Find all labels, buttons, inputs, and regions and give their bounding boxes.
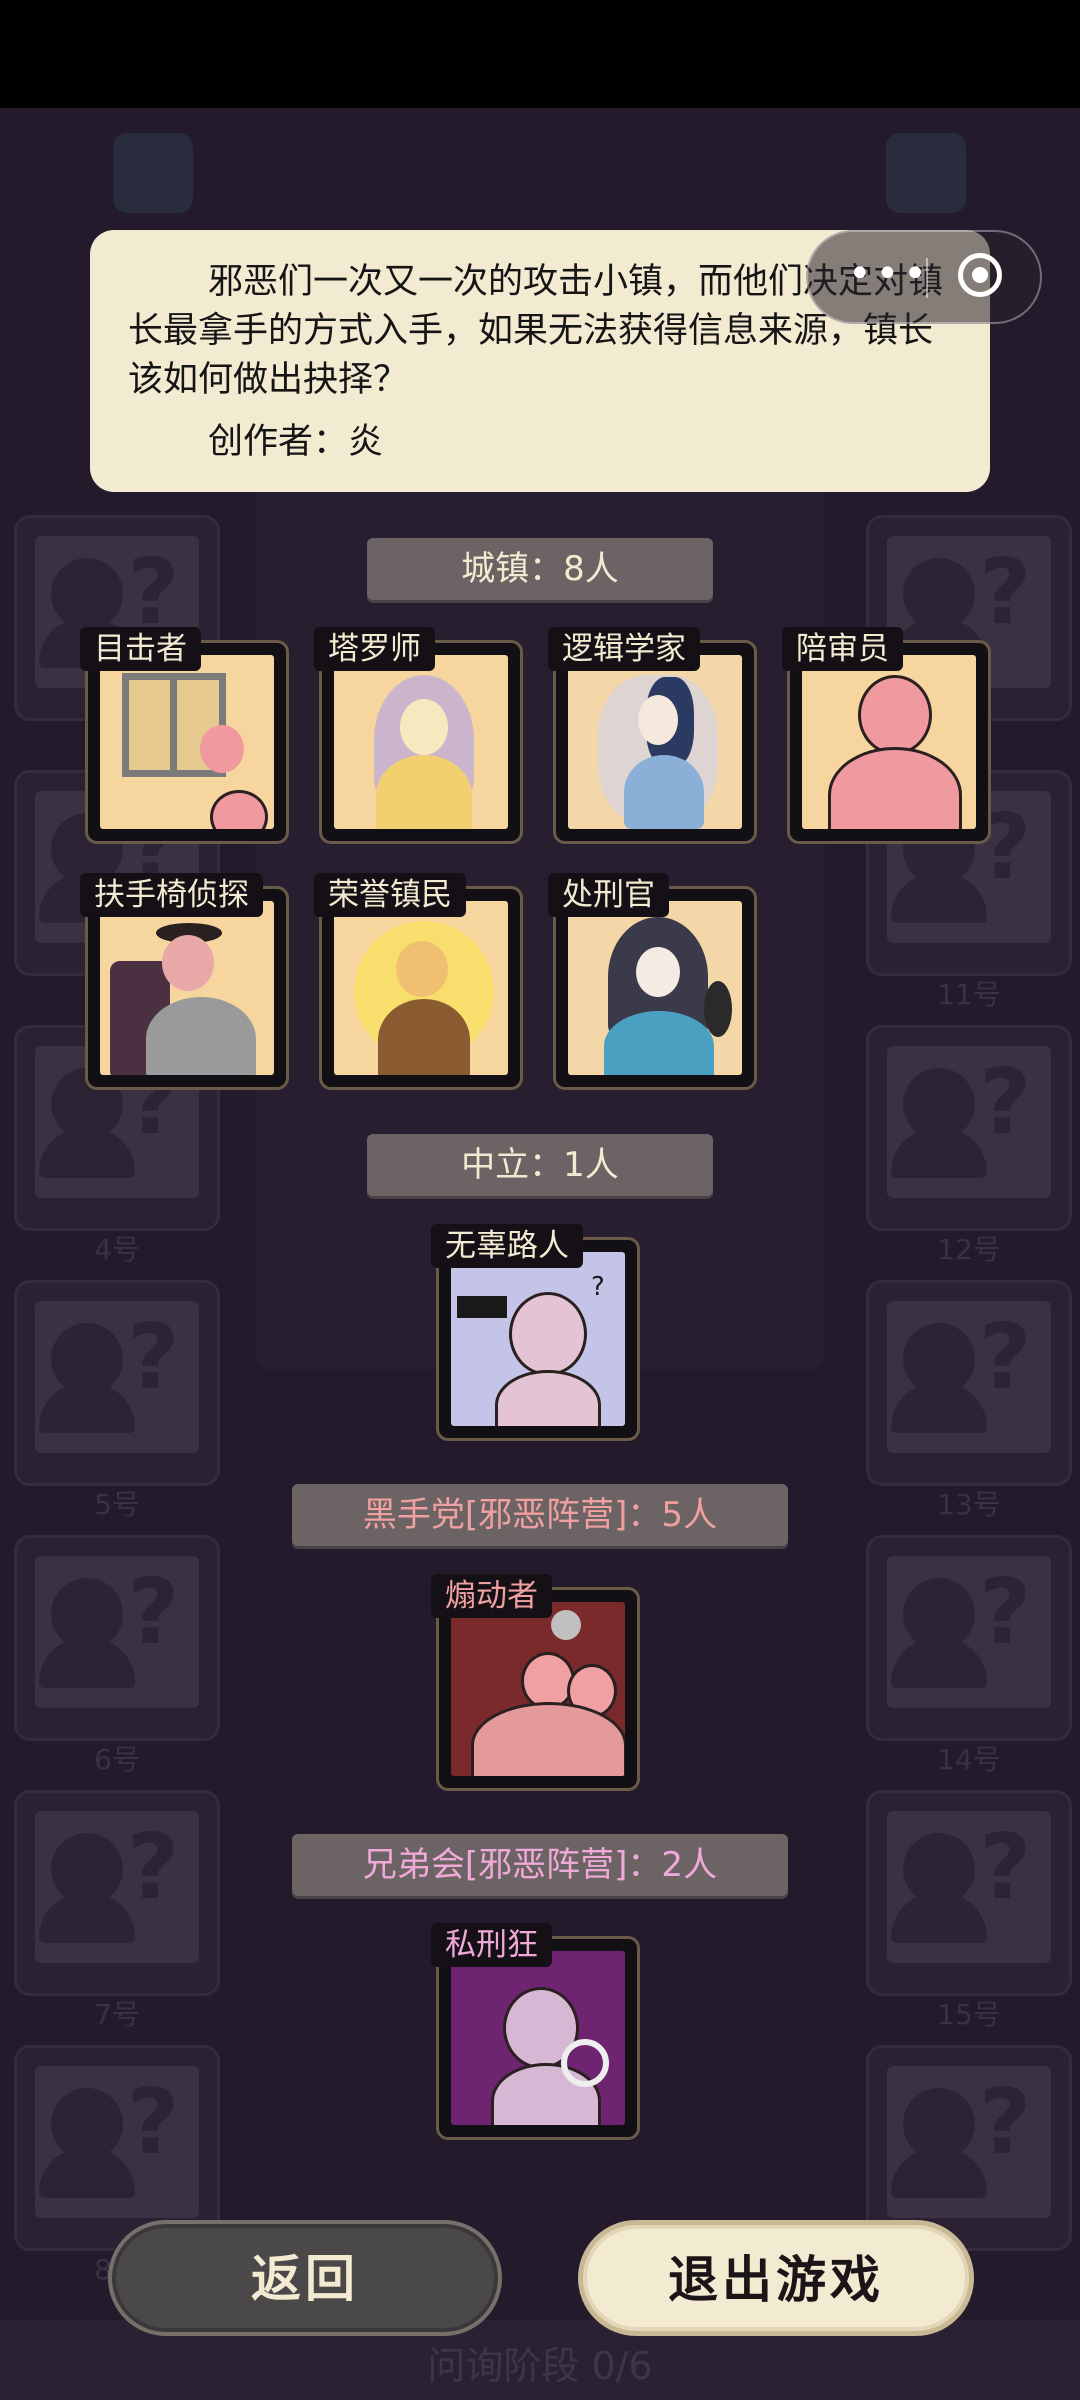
- player-slot: ? 14号: [866, 1535, 1072, 1776]
- author-credit: 创作者：炎: [208, 422, 384, 462]
- status-bar: [0, 0, 1080, 108]
- edit-icon: [886, 133, 966, 213]
- role-card-executioner[interactable]: 处刑官: [548, 873, 757, 1090]
- role-label: 私刑狂: [431, 1923, 552, 1967]
- section-mafia: 黑手党[邪恶阵营]：5人: [292, 1484, 788, 1546]
- role-label: 处刑官: [548, 873, 669, 917]
- more-icon[interactable]: •••: [848, 254, 931, 294]
- role-art: [451, 1951, 625, 2125]
- role-card-tarot[interactable]: 塔罗师: [314, 627, 523, 844]
- role-art: [802, 655, 976, 829]
- section-town: 城镇：8人: [367, 538, 713, 600]
- role-label: 陪审员: [782, 627, 903, 671]
- role-label: 塔罗师: [314, 627, 435, 671]
- role-label: 目击者: [80, 627, 201, 671]
- role-card-vigilante[interactable]: 私刑狂: [431, 1923, 640, 2140]
- player-slot: ? 15号: [866, 1790, 1072, 2031]
- role-art: [334, 655, 508, 829]
- section-brotherhood: 兄弟会[邪恶阵营]：2人: [292, 1834, 788, 1896]
- map-icon: [113, 133, 193, 213]
- player-slot: ? 13号: [866, 1280, 1072, 1521]
- player-slot: ? 12号: [866, 1025, 1072, 1266]
- role-art: ?: [451, 1252, 625, 1426]
- phase-status: 问询阶段 0/6: [427, 2344, 653, 2388]
- player-slot: ? 7号: [14, 1790, 220, 2031]
- role-art: [100, 655, 274, 829]
- role-label: 无辜路人: [431, 1224, 583, 1268]
- role-art: [568, 901, 742, 1075]
- player-slot: ? 6号: [14, 1535, 220, 1776]
- role-card-witness[interactable]: 目击者: [80, 627, 289, 844]
- exit-game-button[interactable]: 退出游戏: [578, 2220, 974, 2336]
- role-card-logician[interactable]: 逻辑学家: [548, 627, 757, 844]
- role-art: [100, 901, 274, 1075]
- role-art: [451, 1602, 625, 1776]
- back-button[interactable]: 返回: [108, 2220, 502, 2336]
- role-art: [568, 655, 742, 829]
- role-card-honorary-citizen[interactable]: 荣誉镇民: [314, 873, 523, 1090]
- role-card-armchair-detective[interactable]: 扶手椅侦探: [80, 873, 289, 1090]
- close-target-icon[interactable]: [958, 253, 1002, 297]
- role-art: [334, 901, 508, 1075]
- section-neutral: 中立：1人: [367, 1134, 713, 1196]
- role-label: 扶手椅侦探: [80, 873, 263, 917]
- miniprogram-capsule: •••: [806, 230, 1042, 324]
- role-label: 逻辑学家: [548, 627, 700, 671]
- player-slot: ? 5号: [14, 1280, 220, 1521]
- role-card-innocent-bystander[interactable]: ? 无辜路人: [431, 1224, 640, 1441]
- role-label: 荣誉镇民: [314, 873, 466, 917]
- role-card-juror[interactable]: 陪审员: [782, 627, 991, 844]
- role-label: 煽动者: [431, 1574, 552, 1618]
- role-card-instigator[interactable]: 煽动者: [431, 1574, 640, 1791]
